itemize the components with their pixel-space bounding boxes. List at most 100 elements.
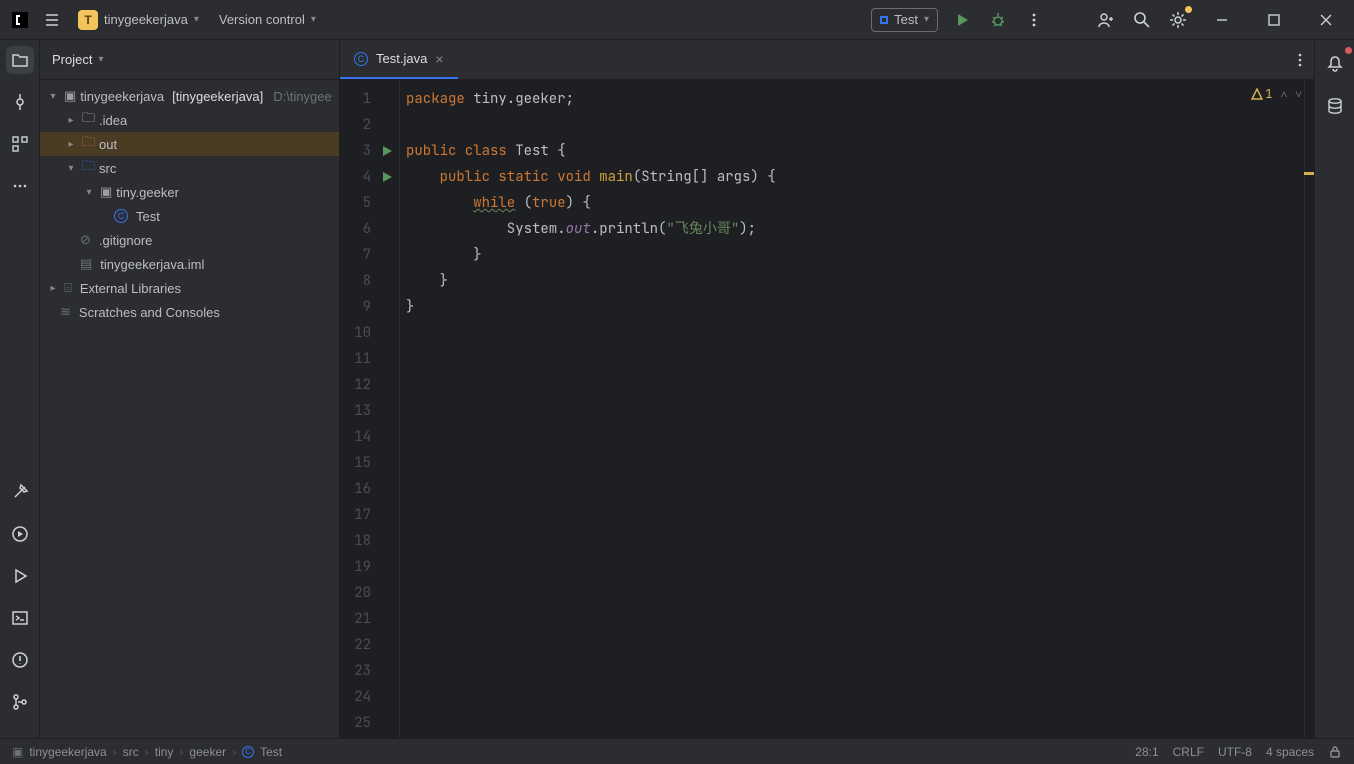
tree-item-idea[interactable]: ▸ 🗀 .idea (40, 108, 339, 132)
tree-root[interactable]: ▾ ▣ tinygeekerjava [tinygeekerjava] D:\t… (40, 84, 339, 108)
run-config-selector[interactable]: Test ▾ (871, 8, 938, 32)
maximize-button[interactable] (1254, 6, 1294, 34)
chevron-right-icon: › (232, 745, 236, 759)
file-encoding[interactable]: UTF-8 (1218, 745, 1252, 759)
main-menu-icon[interactable] (40, 8, 64, 32)
run-config-name: Test (894, 12, 918, 27)
tree-item-iml[interactable]: ▤ tinygeekerjava.iml (40, 252, 339, 276)
close-button[interactable] (1306, 6, 1346, 34)
tree-item-package[interactable]: ▾ ▣ tiny.geeker (40, 180, 339, 204)
stripe-warning-mark[interactable] (1304, 172, 1314, 175)
chevron-right-icon[interactable]: ▸ (46, 283, 60, 294)
tree-label: out (99, 137, 117, 152)
project-selector[interactable]: T tinygeekerjava ▾ (72, 8, 205, 32)
statusbar: ▣ tinygeekerjava › src › tiny › geeker ›… (0, 738, 1354, 764)
minimize-button[interactable] (1202, 6, 1242, 34)
chevron-down-icon[interactable]: ▾ (82, 187, 96, 198)
close-tab-icon[interactable]: × (435, 51, 443, 67)
breadcrumb-item[interactable]: Test (260, 745, 282, 759)
breadcrumb-item[interactable]: geeker (189, 745, 226, 759)
library-icon: ⌸ (64, 280, 72, 296)
editor-error-stripe[interactable] (1304, 80, 1314, 738)
problems-tool-button[interactable] (6, 646, 34, 674)
chevron-right-icon[interactable]: ▸ (64, 115, 78, 126)
tab-test-java[interactable]: C Test.java × (340, 40, 458, 79)
tree-label: Scratches and Consoles (79, 305, 220, 320)
editor-body[interactable]: 1234567891011121314151617181920212223242… (340, 80, 1314, 738)
tree-module-bracket: [tinygeekerjava] (172, 89, 263, 104)
search-icon[interactable] (1130, 8, 1154, 32)
folder-icon: 🗀 (82, 157, 95, 179)
breadcrumb[interactable]: ▣ tinygeekerjava › src › tiny › geeker ›… (12, 745, 282, 759)
project-name: tinygeekerjava (104, 12, 188, 27)
debug-button[interactable] (986, 8, 1010, 32)
tab-more-icon[interactable] (1286, 40, 1314, 79)
tree-label: tiny.geeker (116, 185, 179, 200)
indent-setting[interactable]: 4 spaces (1266, 745, 1314, 759)
folder-icon: 🗀 (82, 133, 95, 155)
tree-path: D:\tinygee (273, 89, 332, 104)
commit-tool-button[interactable] (6, 88, 34, 116)
build-tool-button[interactable] (6, 478, 34, 506)
database-tool-button[interactable] (1321, 92, 1349, 120)
warning-badge[interactable]: 1 (1251, 86, 1272, 102)
module-icon: ▣ (64, 88, 76, 104)
warning-count: 1 (1265, 86, 1272, 102)
terminal-tool-button[interactable] (6, 604, 34, 632)
tree-item-test[interactable]: C Test (40, 204, 339, 228)
editor-code[interactable]: package tiny.geeker; public class Test {… (400, 80, 1314, 738)
readonly-toggle-icon[interactable] (1328, 745, 1342, 759)
code-with-me-icon[interactable] (1094, 8, 1118, 32)
project-tree[interactable]: ▾ ▣ tinygeekerjava [tinygeekerjava] D:\t… (40, 80, 339, 738)
tree-item-src[interactable]: ▾ 🗀 src (40, 156, 339, 180)
tree-item-gitignore[interactable]: ⊘ .gitignore (40, 228, 339, 252)
breadcrumb-item[interactable]: tiny (155, 745, 174, 759)
tree-label: src (99, 161, 116, 176)
caret-position[interactable]: 28:1 (1135, 745, 1158, 759)
vcs-selector[interactable]: Version control ▾ (213, 10, 322, 29)
breadcrumb-item[interactable]: tinygeekerjava (29, 745, 106, 759)
tree-label: External Libraries (80, 281, 181, 296)
editor-inspections[interactable]: 1 ˄ ˅ (1251, 86, 1302, 102)
editor-gutter[interactable]: 1234567891011121314151617181920212223242… (340, 80, 400, 738)
settings-icon[interactable] (1166, 8, 1190, 32)
chevron-right-icon[interactable]: ▸ (64, 139, 78, 150)
tree-item-scratches[interactable]: ≋ Scratches and Consoles (40, 300, 339, 324)
more-actions-icon[interactable] (1022, 8, 1046, 32)
package-icon: ▣ (100, 184, 112, 200)
line-separator[interactable]: CRLF (1173, 745, 1204, 759)
project-sidebar: Project ▾ ▾ ▣ tinygeekerjava [tinygeeker… (40, 40, 340, 738)
notifications-icon[interactable] (1321, 50, 1349, 78)
prev-highlight-icon[interactable]: ˄ (1280, 86, 1287, 102)
next-highlight-icon[interactable]: ˅ (1295, 86, 1302, 102)
run-tool-button[interactable] (6, 562, 34, 590)
folder-icon: 🗀 (82, 109, 95, 131)
project-tool-button[interactable] (6, 46, 34, 74)
breadcrumb-item[interactable]: src (123, 745, 139, 759)
run-button[interactable] (950, 8, 974, 32)
sidebar-title: Project (52, 52, 92, 67)
structure-tool-button[interactable] (6, 130, 34, 158)
tree-item-external[interactable]: ▸ ⌸ External Libraries (40, 276, 339, 300)
more-tool-button[interactable] (6, 172, 34, 200)
project-badge: T (78, 10, 98, 30)
tree-item-out[interactable]: ▸ 🗀 out (40, 132, 339, 156)
chevron-right-icon: › (113, 745, 117, 759)
editor-tabs: C Test.java × (340, 40, 1314, 80)
app-icon (8, 8, 32, 32)
chevron-down-icon[interactable]: ▾ (98, 54, 103, 65)
tab-label: Test.java (376, 51, 427, 66)
services-tool-button[interactable] (6, 520, 34, 548)
vcs-tool-button[interactable] (6, 688, 34, 716)
chevron-down-icon[interactable]: ▾ (46, 91, 60, 102)
chevron-down-icon[interactable]: ▾ (64, 163, 78, 174)
right-tool-rail (1314, 40, 1354, 738)
chevron-down-icon: ▾ (311, 14, 316, 25)
module-icon: ▣ (12, 745, 23, 759)
chevron-right-icon: › (179, 745, 183, 759)
file-icon: ▤ (80, 256, 92, 272)
run-config-icon (880, 16, 888, 24)
left-tool-rail (0, 40, 40, 738)
tree-label: .gitignore (99, 233, 152, 248)
file-icon: ⊘ (80, 232, 91, 248)
